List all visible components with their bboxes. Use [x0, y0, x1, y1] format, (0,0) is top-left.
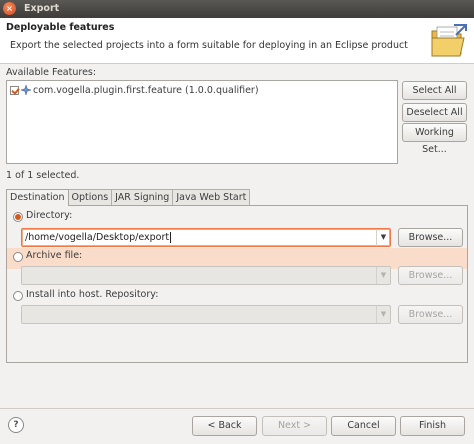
- directory-value: /home/vogella/Desktop/export: [25, 232, 172, 243]
- directory-label: Directory:: [26, 210, 73, 221]
- features-list[interactable]: com.vogella.plugin.first.feature (1.0.0.…: [6, 80, 398, 164]
- select-all-button[interactable]: Select All: [402, 81, 467, 100]
- help-icon[interactable]: ?: [8, 417, 24, 433]
- archive-radio[interactable]: [13, 252, 23, 262]
- window-title: Export: [24, 3, 60, 14]
- install-label: Install into host. Repository:: [26, 289, 159, 300]
- archive-browse-button: Browse...: [398, 266, 463, 285]
- chevron-down-icon[interactable]: ▼: [376, 229, 390, 246]
- chevron-down-icon: ▼: [376, 267, 390, 284]
- tab-jar-signing[interactable]: JAR Signing: [111, 189, 174, 205]
- archive-combo: ▼: [21, 266, 391, 285]
- feature-icon: [21, 85, 31, 95]
- archive-label: Archive file:: [26, 250, 83, 261]
- directory-browse-button[interactable]: Browse...: [398, 228, 463, 247]
- next-button: Next >: [262, 416, 327, 436]
- install-radio[interactable]: [13, 291, 23, 301]
- close-icon[interactable]: ×: [3, 2, 16, 15]
- tab-java-web-start[interactable]: Java Web Start: [172, 189, 251, 205]
- back-button[interactable]: < Back: [192, 416, 257, 436]
- feature-checkbox[interactable]: [10, 85, 19, 95]
- footer-separator: [0, 408, 474, 409]
- chevron-down-icon: ▼: [376, 306, 390, 323]
- page-title: Deployable features: [6, 22, 115, 33]
- directory-radio[interactable]: [13, 212, 23, 222]
- finish-button[interactable]: Finish: [400, 416, 465, 436]
- tab-options[interactable]: Options: [67, 189, 113, 205]
- deselect-all-button[interactable]: Deselect All: [402, 103, 467, 122]
- selection-status: 1 of 1 selected.: [6, 170, 80, 181]
- directory-combo[interactable]: /home/vogella/Desktop/export ▼: [21, 228, 391, 247]
- wizard-header: Deployable features Export the selected …: [0, 18, 474, 64]
- available-features-label: Available Features:: [6, 67, 97, 78]
- tab-destination[interactable]: Destination: [6, 189, 69, 206]
- tab-bar: Destination Options JAR Signing Java Web…: [6, 189, 251, 206]
- feature-label: com.vogella.plugin.first.feature (1.0.0.…: [33, 84, 259, 96]
- repository-browse-button: Browse...: [398, 305, 463, 324]
- destination-panel: Directory: /home/vogella/Desktop/export …: [6, 205, 468, 363]
- working-set-button[interactable]: Working Set...: [402, 123, 467, 155]
- list-item[interactable]: com.vogella.plugin.first.feature (1.0.0.…: [10, 84, 259, 96]
- repository-combo: ▼: [21, 305, 391, 324]
- export-folder-icon: [431, 24, 467, 57]
- window-titlebar: × Export: [0, 0, 474, 18]
- page-description: Export the selected projects into a form…: [10, 40, 408, 51]
- cancel-button[interactable]: Cancel: [331, 416, 396, 436]
